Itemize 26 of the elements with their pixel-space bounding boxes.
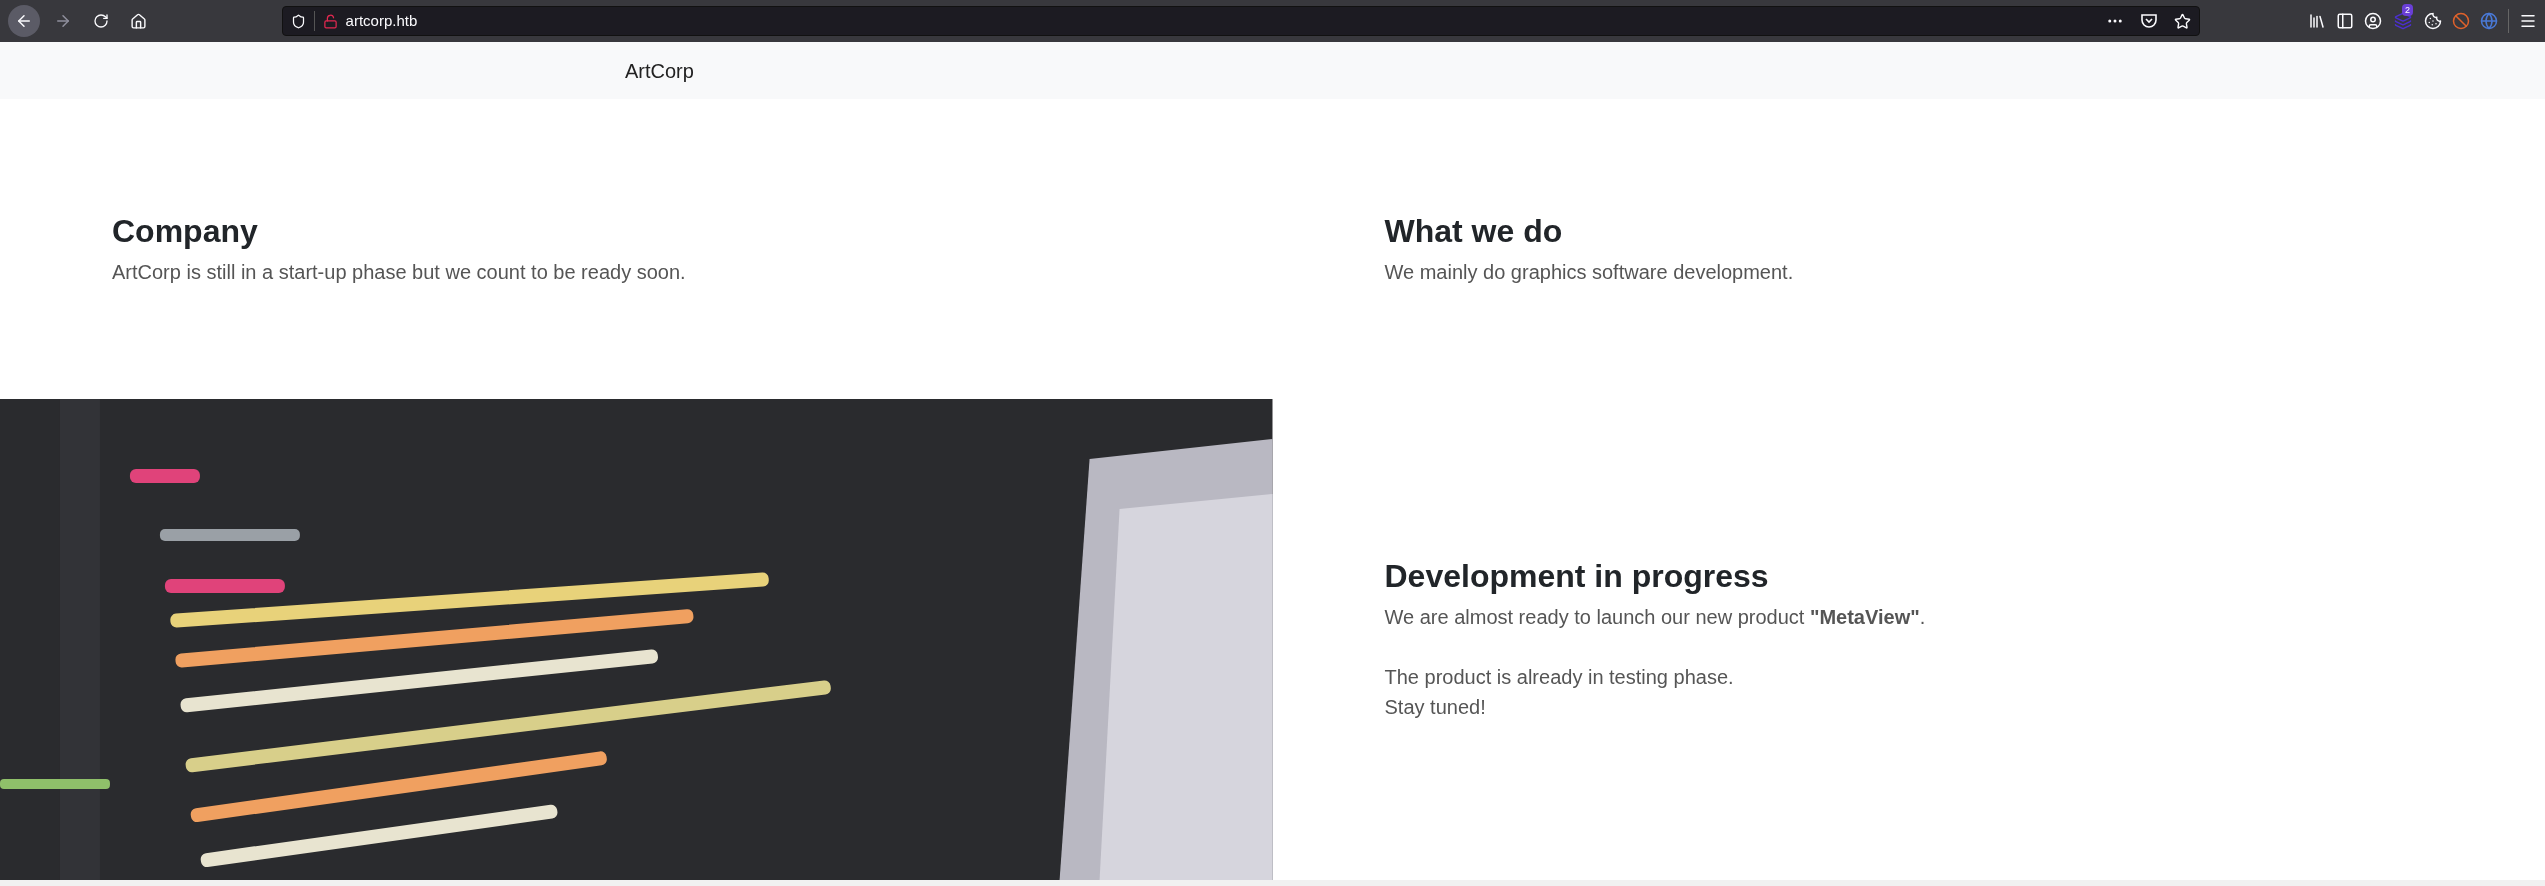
brand-link[interactable]: ArtCorp (625, 55, 694, 86)
cookie-icon[interactable] (2424, 12, 2442, 30)
url-text: artcorp.htb (345, 10, 418, 31)
star-icon[interactable] (2174, 12, 2191, 30)
pocket-icon[interactable] (2140, 12, 2158, 30)
globe-icon[interactable] (2480, 12, 2498, 30)
account-icon[interactable] (2364, 12, 2382, 30)
section-heading: Company (112, 212, 259, 251)
library-icon[interactable] (2308, 12, 2326, 30)
section-text: ArtCorp is still in a start-up phase but we count to be ready soon. (112, 260, 687, 285)
section-text: We are almost ready to launch our new product "MetaView". (1384, 605, 1927, 630)
reload-icon (92, 13, 109, 29)
home-icon (130, 12, 148, 30)
shield-icon (290, 13, 306, 29)
section-text: Stay tuned! (1384, 695, 1487, 720)
sidebar-icon[interactable] (2336, 12, 2354, 30)
menu-icon[interactable] (2519, 12, 2537, 30)
section-heading: Development in progress (1384, 557, 1770, 596)
address-bar[interactable]: artcorp.htb (281, 6, 2200, 36)
section-heading: What we do (1384, 212, 1564, 251)
back-button[interactable] (8, 5, 40, 37)
notification-badge: 2 (2402, 4, 2413, 16)
insecure-lock-icon (322, 13, 338, 29)
section-text: The product is already in testing phase. (1384, 665, 1735, 690)
section-text: We mainly do graphics software development. (1384, 260, 1795, 285)
blocked-icon[interactable] (2452, 12, 2470, 30)
